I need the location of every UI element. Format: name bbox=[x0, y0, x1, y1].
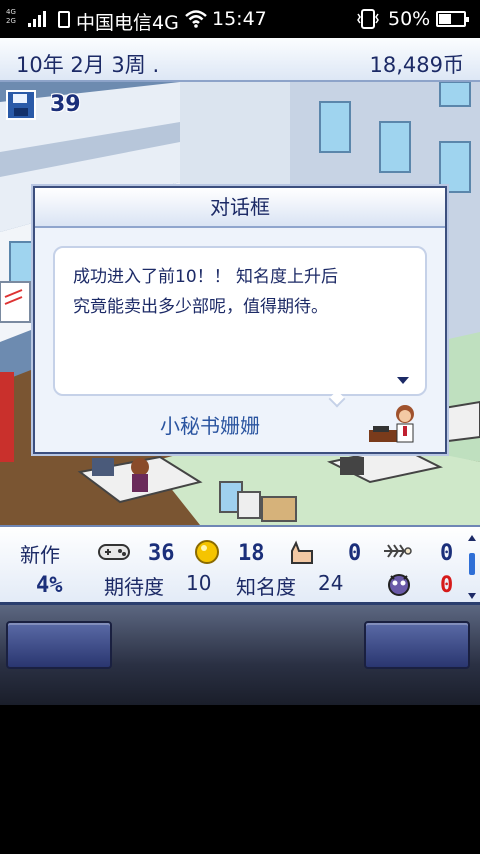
right-soft-button[interactable] bbox=[364, 621, 470, 669]
gamepad-icon bbox=[98, 544, 130, 560]
dialog-message: 成功进入了前10！！ 知名度上升后 究竟能卖出多少部呢，值得期待。 bbox=[73, 262, 413, 322]
dialog-message-line: 成功进入了前10！！ 知名度上升后 bbox=[73, 267, 339, 287]
stats-panel: 新作 36 18 0 0 4% 期待度 10 知名度 24 0 bbox=[0, 525, 480, 605]
hand-value: 0 bbox=[348, 541, 362, 566]
bottom-control-bar bbox=[0, 605, 480, 705]
speaker-name: 小秘书姗姗 bbox=[160, 414, 260, 438]
vibrate-icon bbox=[357, 9, 379, 29]
bug-icon bbox=[388, 574, 410, 596]
progress-percent: 4% bbox=[36, 573, 63, 598]
left-soft-button[interactable] bbox=[6, 621, 112, 669]
save-icon[interactable] bbox=[6, 90, 36, 120]
fame-value: 24 bbox=[318, 571, 344, 595]
game-top-bar: 10年 2月 3周 . 18,489币 bbox=[0, 38, 480, 82]
bug-value: 0 bbox=[440, 573, 454, 598]
battery-icon bbox=[436, 11, 469, 27]
secretary-portrait-icon bbox=[369, 405, 414, 443]
money-counter: 18,489币 bbox=[369, 53, 464, 77]
scroll-up-icon[interactable] bbox=[468, 535, 476, 541]
coin-value: 18 bbox=[238, 541, 265, 566]
coin-icon bbox=[195, 540, 219, 564]
dialog-message-line: 究竟能卖出多少部呢，值得期待。 bbox=[73, 297, 328, 317]
dialog-box[interactable]: 对话框 成功进入了前10！！ 知名度上升后 究竟能卖出多少部呢，值得期待。 小秘… bbox=[33, 186, 447, 454]
expect-value: 10 bbox=[186, 571, 212, 595]
expect-label: 期待度 bbox=[104, 575, 164, 599]
gamepad-value: 36 bbox=[148, 541, 175, 566]
carrier-label: 中国电信4G bbox=[76, 12, 179, 34]
scroll-down-icon[interactable] bbox=[468, 593, 476, 599]
sim-icon bbox=[58, 11, 70, 28]
signal-icon bbox=[28, 11, 46, 27]
empty-screen-area bbox=[0, 705, 480, 854]
clock: 15:47 bbox=[212, 8, 267, 30]
network-type: 4G 2G bbox=[6, 8, 16, 25]
fame-label: 知名度 bbox=[236, 575, 296, 599]
new-title-label: 新作 bbox=[20, 543, 60, 567]
dialog-message-box: 成功进入了前10！！ 知名度上升后 究竟能卖出多少部呢，值得期待。 bbox=[53, 246, 427, 396]
stats-scrollbar[interactable] bbox=[468, 535, 476, 599]
game-date: 10年 2月 3周 . bbox=[16, 53, 160, 77]
battery-percent: 50% bbox=[388, 8, 431, 30]
continue-arrow-icon[interactable] bbox=[397, 377, 409, 384]
fishbone-icon bbox=[384, 544, 412, 558]
scroll-thumb[interactable] bbox=[469, 553, 475, 575]
wifi-icon bbox=[185, 10, 207, 28]
fishbone-value: 0 bbox=[440, 541, 454, 566]
dialog-title: 对话框 bbox=[35, 188, 445, 228]
hand-icon bbox=[291, 540, 313, 564]
status-bar: 4G 2G 中国电信4G 15:47 50% bbox=[0, 0, 480, 38]
save-count: 39 bbox=[50, 92, 81, 117]
